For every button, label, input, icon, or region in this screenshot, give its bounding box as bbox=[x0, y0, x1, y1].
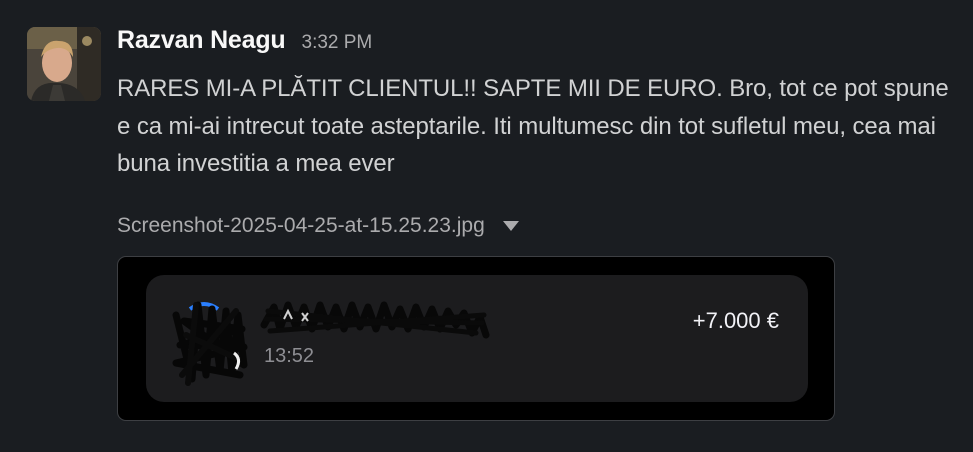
message-header: Razvan Neagu 3:32 PM bbox=[117, 26, 372, 62]
file-header: Screenshot-2025-04-25-at-15.25.23.jpg bbox=[117, 210, 519, 242]
image-attachment[interactable]: 13:52 +7.000 € bbox=[117, 256, 835, 421]
transaction-card: 13:52 +7.000 € bbox=[146, 275, 808, 402]
message-timestamp[interactable]: 3:32 PM bbox=[302, 32, 373, 54]
caret-down-icon[interactable] bbox=[502, 221, 519, 231]
file-name[interactable]: Screenshot-2025-04-25-at-15.25.23.jpg bbox=[117, 214, 485, 238]
transaction-amount: +7.000 € bbox=[692, 308, 779, 333]
author-name[interactable]: Razvan Neagu bbox=[117, 26, 286, 55]
avatar[interactable] bbox=[27, 27, 101, 101]
redaction-scribble bbox=[172, 301, 490, 386]
transaction-time: 13:52 bbox=[264, 345, 315, 367]
chat-message: Razvan Neagu 3:32 PM RARES MI-A PLĂTIT C… bbox=[0, 0, 973, 452]
avatar-photo bbox=[27, 27, 101, 101]
message-text: RARES MI-A PLĂTIT CLIENTUL!! SAPTE MII D… bbox=[117, 75, 949, 177]
